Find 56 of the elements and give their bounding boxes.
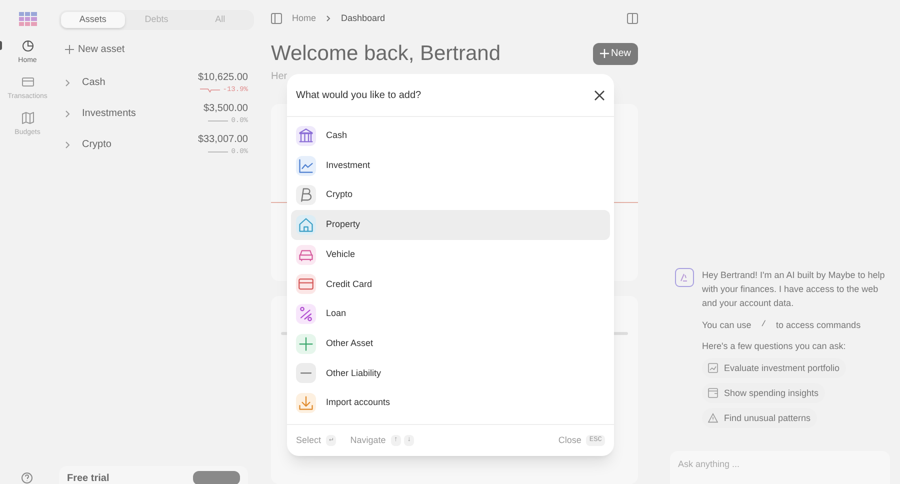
account-balance: $10,625.00 (198, 70, 248, 85)
breadcrumb-link[interactable]: Home (292, 12, 316, 26)
commands-hint: You can use (702, 319, 752, 332)
bitcoin-icon (296, 185, 316, 206)
app-logo-icon (18, 12, 36, 26)
house-icon (296, 214, 316, 235)
sparkline-drawing (208, 118, 228, 124)
upgrade-button[interactable] (193, 471, 240, 484)
sparkline-drawing (208, 149, 228, 155)
plus-icon (600, 49, 609, 58)
free-trial-title: Free trial (67, 472, 110, 484)
new-asset-button[interactable]: New asset (65, 42, 254, 57)
panel-toggle-icon[interactable] (627, 13, 638, 24)
bank-icon (296, 126, 316, 146)
chevron-right-icon[interactable] (65, 78, 71, 86)
page-subtitle: Her (271, 70, 288, 84)
chevron-right-icon[interactable] (65, 140, 71, 148)
commands-hint: to access commands (776, 319, 861, 332)
plus-icon (296, 334, 316, 354)
credit-card-icon (296, 274, 316, 294)
breadcrumb-current: Dashboard (341, 12, 386, 26)
account-name[interactable]: Cash (82, 75, 198, 90)
slash-key: / (757, 318, 770, 332)
page-title: Welcome back, Bertrand (271, 40, 501, 67)
wallet-icon (708, 388, 718, 398)
chevron-icon (326, 15, 332, 22)
ai-avatar-icon (675, 268, 694, 287)
chart-icon (708, 363, 718, 373)
dialog-title: What would you like to add? (296, 88, 422, 102)
car-icon (296, 244, 316, 265)
account-tab[interactable]: Assets (61, 12, 125, 28)
chevron-right-icon[interactable] (65, 110, 71, 118)
download-icon (296, 393, 316, 414)
credit-card-icon (22, 76, 34, 88)
account-balance: $3,500.00 (204, 102, 248, 116)
questions-label: Here's a few questions you can ask: (702, 340, 847, 353)
warning-icon (708, 413, 718, 423)
help-icon[interactable] (21, 472, 33, 484)
account-balance: $33,007.00 (198, 132, 248, 147)
account-name[interactable]: Investments (82, 106, 204, 121)
navigate-hint: Navigate (350, 434, 386, 447)
minus-icon (296, 363, 316, 384)
new-button[interactable]: New (592, 42, 638, 65)
pie-chart-icon (22, 40, 34, 52)
chat-input-field[interactable]: Ask anything ... (670, 451, 890, 484)
sidebar-toggle-icon[interactable] (271, 13, 282, 24)
account-name[interactable]: Crypto (82, 137, 198, 152)
map-icon (22, 112, 34, 124)
select-hint: Select (296, 434, 322, 447)
plus-icon (65, 45, 74, 54)
menu-item[interactable]: Property (291, 210, 610, 240)
close-hint: Close (558, 434, 582, 447)
line-chart-icon (296, 156, 316, 176)
chat-intro-message: Hey Bertrand! I'm an AI built by Maybe to help with your finances. I have access to the web and your account data. (702, 269, 886, 310)
sparkline-drawing (200, 87, 220, 93)
close-icon[interactable] (594, 90, 605, 100)
